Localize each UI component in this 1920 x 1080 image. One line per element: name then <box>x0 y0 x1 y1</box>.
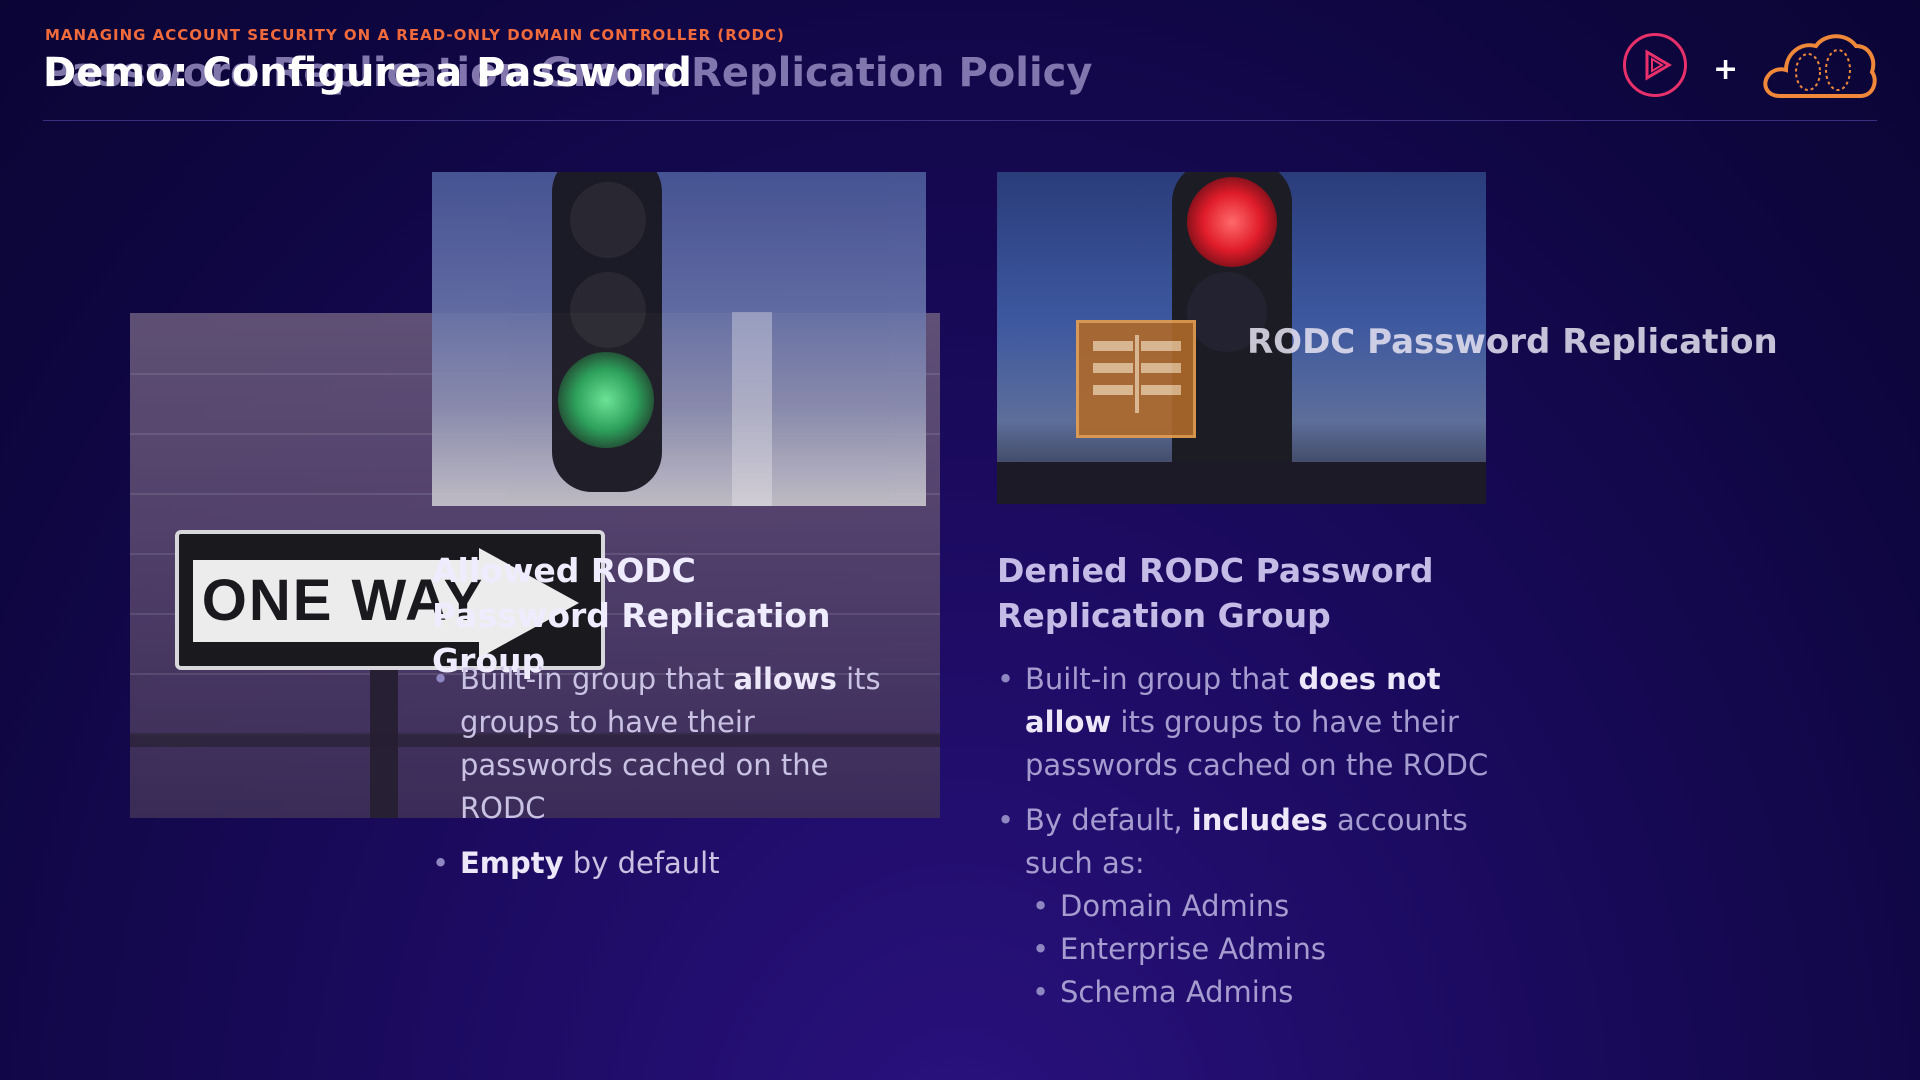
rodc-password-replication-title: RODC Password Replication <box>1247 322 1778 362</box>
header-divider <box>43 120 1877 121</box>
list-item: Empty by default <box>432 842 912 885</box>
sub-list-item: Schema Admins <box>997 971 1517 1014</box>
denied-group-heading: Denied RODC Password Replication Group <box>997 551 1434 635</box>
slide-title: Password Replication Group Replication P… <box>43 50 1092 100</box>
list-item: Built-in group that does not allow its g… <box>997 658 1517 787</box>
cloud-icon <box>1760 28 1878 102</box>
sub-list-item: Enterprise Admins <box>997 928 1517 971</box>
list-item: Built-in group that allows its groups to… <box>432 658 912 830</box>
slide-title-main: Demo: Configure a Password <box>43 50 692 96</box>
book-icon <box>1076 320 1196 438</box>
plus-sign: + <box>1713 52 1739 87</box>
play-circle-icon <box>1623 33 1687 97</box>
allowed-group-bullets: Built-in group that allows its groups to… <box>432 658 912 897</box>
green-traffic-light-photo <box>432 172 926 506</box>
eyebrow-label: MANAGING ACCOUNT SECURITY ON A READ-ONLY… <box>45 26 785 44</box>
denied-group-bullets: Built-in group that does not allow its g… <box>997 658 1517 1014</box>
list-item: By default, includes accounts such as: <box>997 799 1517 885</box>
sub-list-item: Domain Admins <box>997 885 1517 928</box>
